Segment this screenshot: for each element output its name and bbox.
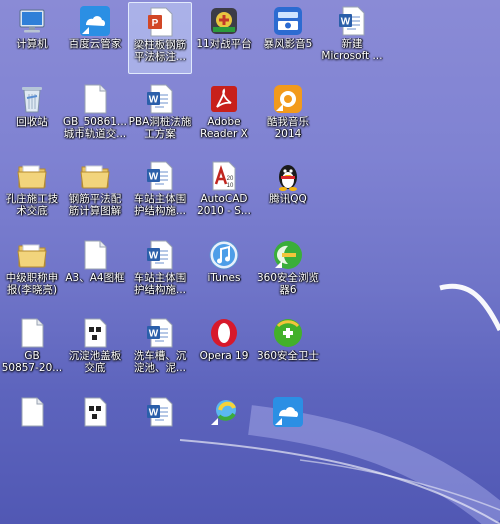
drawing-file-icon	[79, 317, 111, 349]
desktop-icon[interactable]: 中级职称申 报(李晓亮)	[0, 236, 64, 308]
desktop-icon[interactable]: W 新建 Microsoft ...	[320, 2, 384, 74]
desktop-icon[interactable]: 腾讯QQ	[256, 157, 320, 229]
shortcut-app-icon	[208, 396, 240, 428]
svg-text:W: W	[149, 95, 159, 106]
document-file-icon	[16, 396, 48, 428]
desktop-icon[interactable]: iTunes	[192, 236, 256, 308]
desktop-icon[interactable]: GB_50861... 城市轨道交...	[63, 80, 127, 152]
word-doc-icon: W	[144, 83, 176, 115]
desktop-icon[interactable]: W	[128, 393, 192, 465]
desktop-icon-label: 百度云管家	[68, 38, 122, 50]
desktop-icon[interactable]: 360安全卫士	[256, 314, 320, 386]
desktop[interactable]: 计算机 回收站 孔庄施工技 术交底 中级职称申 报(李晓亮) GB 50857-20..…	[0, 0, 500, 524]
document-file-icon	[79, 239, 111, 271]
desktop-icon[interactable]: A3、A4图框	[63, 236, 127, 308]
svg-text:20: 20	[227, 176, 234, 182]
desktop-icon[interactable]: 暴风影音5	[256, 2, 320, 74]
360-security-icon	[272, 317, 304, 349]
ppt-file-icon: P	[145, 6, 177, 38]
qq-penguin-icon	[272, 160, 304, 192]
word-doc-icon: W	[336, 5, 368, 37]
desktop-icon[interactable]: 沉淀池盖板 交底	[63, 314, 127, 386]
svg-text:W: W	[149, 329, 159, 340]
desktop-icon[interactable]: Opera 19	[192, 314, 256, 386]
desktop-icon[interactable]: W 洗车槽、沉 淀池、泥...	[128, 314, 192, 386]
desktop-icon[interactable]: GB 50857-20...	[0, 314, 64, 386]
folder-icon	[79, 160, 111, 192]
word-doc-icon: W	[144, 160, 176, 192]
desktop-icon[interactable]: 360安全浏览 器6	[256, 236, 320, 308]
baidu-cloud-icon	[272, 396, 304, 428]
svg-text:W: W	[149, 172, 159, 183]
svg-text:P: P	[152, 18, 159, 29]
360-browser-icon	[272, 239, 304, 271]
desktop-icon[interactable]	[63, 393, 127, 465]
folder-icon	[16, 160, 48, 192]
document-file-icon	[79, 83, 111, 115]
desktop-icon[interactable]: P 梁柱板钢筋 平法标注...	[128, 2, 192, 74]
game-platform-icon	[208, 5, 240, 37]
desktop-icon-label: 360安全浏览 器6	[256, 272, 320, 296]
svg-text:W: W	[149, 251, 159, 262]
desktop-icon[interactable]: 钢筋平法配 筋计算图解	[63, 157, 127, 229]
desktop-icon[interactable]: 回收站	[0, 80, 64, 152]
adobe-reader-icon	[208, 83, 240, 115]
kuwo-music-icon	[272, 83, 304, 115]
desktop-icon[interactable]: 11对战平台	[192, 2, 256, 74]
desktop-icon[interactable]: 计算机	[0, 2, 64, 74]
folder-icon	[16, 239, 48, 271]
desktop-icon[interactable]: 百度云管家	[63, 2, 127, 74]
document-file-icon	[16, 317, 48, 349]
desktop-icon[interactable]: W 车站主体围 护结构施...	[128, 236, 192, 308]
word-doc-icon: W	[144, 317, 176, 349]
desktop-icon[interactable]: 酷我音乐 2014	[256, 80, 320, 152]
desktop-icon-label: 酷我音乐 2014	[267, 116, 309, 140]
desktop-icon[interactable]	[192, 393, 256, 465]
desktop-icon-label: 腾讯QQ	[269, 193, 307, 205]
word-doc-icon: W	[144, 239, 176, 271]
desktop-icon[interactable]: 孔庄施工技 术交底	[0, 157, 64, 229]
desktop-icon[interactable]: W 车站主体围 护结构施...	[128, 157, 192, 229]
desktop-icon-label: 新建 Microsoft ...	[321, 38, 383, 62]
svg-text:W: W	[149, 408, 159, 419]
desktop-icon[interactable]	[0, 393, 64, 465]
drawing-file-icon	[79, 396, 111, 428]
svg-text:W: W	[341, 17, 351, 28]
recycle-bin-icon	[16, 83, 48, 115]
word-doc-icon: W	[144, 396, 176, 428]
autocad-icon: 20 10	[208, 160, 240, 192]
desktop-icon[interactable]: Adobe Reader X	[192, 80, 256, 152]
opera-icon	[208, 317, 240, 349]
desktop-icon[interactable]: W PBA洞桩法施 工方案	[128, 80, 192, 152]
desktop-icon[interactable]	[256, 393, 320, 465]
desktop-icon-label: 360安全卫士	[256, 350, 320, 362]
baidu-cloud-icon	[79, 5, 111, 37]
svg-text:10: 10	[227, 183, 234, 189]
desktop-icon[interactable]: 20 10 AutoCAD 2010 - S...	[192, 157, 256, 229]
computer-icon	[16, 5, 48, 37]
itunes-icon	[208, 239, 240, 271]
storm-player-icon	[272, 5, 304, 37]
